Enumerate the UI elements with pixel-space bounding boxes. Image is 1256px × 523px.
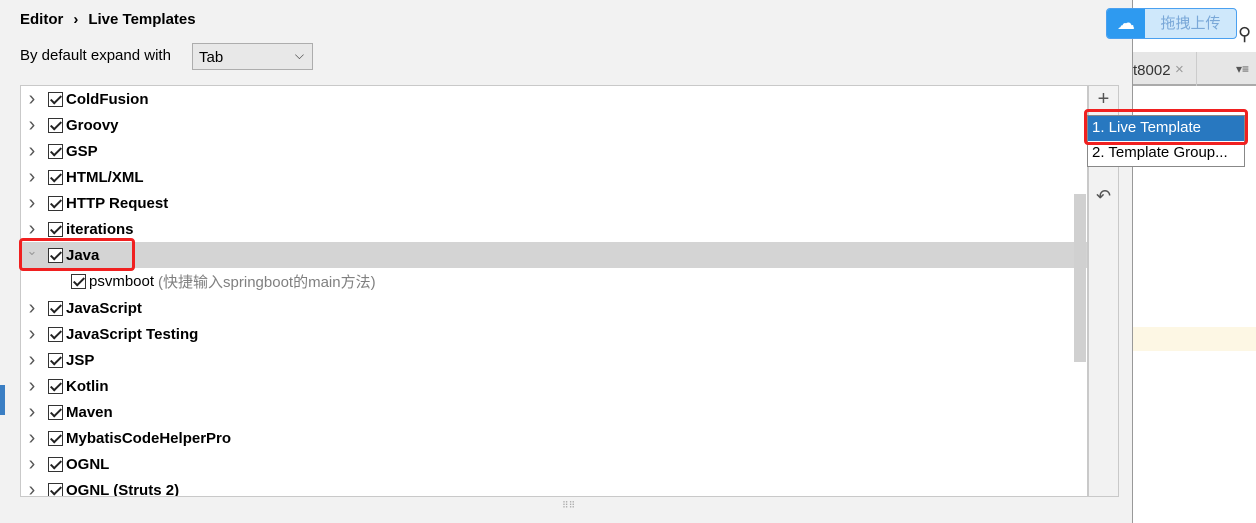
tree-group-row[interactable]: › GSP — [21, 138, 1087, 164]
expand-label: By default expand with — [20, 47, 171, 64]
baidu-upload-label: 拖拽上传 — [1160, 15, 1221, 32]
chevron-right-icon[interactable]: › — [21, 297, 43, 320]
settings-dialog: Editor › Live Templates By default expand … — [0, 0, 1133, 523]
group-name: ColdFusion — [66, 90, 149, 108]
tree-group-row[interactable]: ⌄ Java — [21, 242, 1087, 268]
tree-group-row[interactable]: › Kotlin — [21, 373, 1087, 399]
chevron-down-icon: ⌵ — [294, 48, 304, 62]
templates-tree: › ColdFusion › Groovy › GSP › HTML/XML › HTTP Req… — [20, 85, 1088, 497]
vertical-scrollbar[interactable] — [1074, 194, 1086, 362]
group-checkbox[interactable] — [48, 300, 63, 316]
chevron-right-icon[interactable]: › — [21, 479, 43, 497]
group-name: OGNL (Struts 2) — [66, 481, 180, 497]
group-checkbox[interactable] — [48, 143, 63, 159]
breadcrumb-editor[interactable]: Editor — [20, 11, 63, 28]
expand-select-value: Tab — [199, 49, 224, 66]
revert-icon[interactable]: ↶ — [1089, 186, 1118, 207]
chevron-right-icon[interactable]: › — [21, 349, 43, 372]
group-checkbox[interactable] — [48, 195, 63, 211]
template-description: (快捷输入springboot的main方法) — [158, 273, 376, 291]
highlight-box-live-template — [1084, 109, 1248, 145]
group-checkbox[interactable] — [48, 169, 63, 185]
group-name: HTML/XML — [66, 168, 144, 186]
group-name: JavaScript — [66, 299, 142, 317]
group-name: JSP — [66, 351, 95, 369]
tree-group-row[interactable]: › JavaScript Testing — [21, 321, 1087, 347]
tree-group-row[interactable]: › OGNL — [21, 451, 1087, 477]
tree-group-row[interactable]: › HTTP Request — [21, 190, 1087, 216]
group-checkbox[interactable] — [48, 378, 63, 394]
baidu-upload-widget[interactable]: ☁ 拖拽上传 — [1106, 8, 1237, 39]
group-name: MybatisCodeHelperPro — [66, 429, 232, 447]
search-icon[interactable]: ⚲ — [1238, 24, 1251, 45]
chevron-right-icon[interactable]: › — [21, 375, 43, 398]
group-name: iterations — [66, 220, 134, 238]
group-checkbox[interactable] — [48, 456, 63, 472]
group-checkbox[interactable] — [48, 482, 63, 496]
chevron-right-icon[interactable]: › — [21, 140, 43, 163]
tree-group-row[interactable]: › MybatisCodeHelperPro — [21, 425, 1087, 451]
group-checkbox[interactable] — [48, 117, 63, 133]
group-checkbox[interactable] — [48, 221, 63, 237]
tab-menu-icon[interactable]: ▾≡ — [1236, 62, 1249, 76]
tab-divider — [1196, 52, 1197, 86]
group-name: Maven — [66, 403, 113, 421]
chevron-right-icon[interactable]: › — [21, 192, 43, 215]
breadcrumb: Editor › Live Templates — [20, 11, 206, 28]
template-checkbox[interactable] — [71, 273, 86, 289]
tree-group-row[interactable]: › Groovy — [21, 112, 1087, 138]
resize-grip-icon[interactable]: ⠿⠿ — [562, 500, 575, 511]
editor-tab[interactable]: t8002 — [1133, 62, 1171, 79]
editor-current-line — [1133, 327, 1256, 351]
tree-group-row[interactable]: › ColdFusion — [21, 86, 1087, 112]
chevron-right-icon[interactable]: › — [21, 427, 43, 450]
breadcrumb-separator-icon: › — [73, 11, 79, 28]
baidu-cloud-icon: ☁ — [1107, 9, 1145, 38]
group-name: HTTP Request — [66, 194, 169, 212]
expand-select[interactable]: Tab ⌵ — [192, 43, 313, 70]
template-abbreviation: psvmboot — [89, 272, 155, 290]
close-tab-icon[interactable]: × — [1175, 61, 1184, 78]
chevron-right-icon[interactable]: › — [21, 114, 43, 137]
breadcrumb-live-templates: Live Templates — [88, 11, 196, 28]
template-row[interactable]: psvmboot (快捷输入springboot的main方法) — [21, 268, 1087, 294]
group-name: GSP — [66, 142, 98, 160]
tree-group-row[interactable]: › JavaScript — [21, 295, 1087, 321]
group-name: OGNL — [66, 455, 110, 473]
tree-group-row[interactable]: › OGNL (Struts 2) — [21, 477, 1087, 497]
group-name: JavaScript Testing — [66, 325, 199, 343]
tree-group-row[interactable]: › JSP — [21, 347, 1087, 373]
tree-group-row[interactable]: › HTML/XML — [21, 164, 1087, 190]
add-icon[interactable]: + — [1089, 88, 1118, 111]
group-checkbox[interactable] — [48, 91, 63, 107]
highlight-box-java — [19, 238, 135, 271]
group-checkbox[interactable] — [48, 404, 63, 420]
chevron-right-icon[interactable]: › — [21, 323, 43, 346]
group-checkbox[interactable] — [48, 430, 63, 446]
chevron-right-icon[interactable]: › — [21, 166, 43, 189]
group-checkbox[interactable] — [48, 352, 63, 368]
tree-group-row[interactable]: › Maven — [21, 399, 1087, 425]
chevron-right-icon[interactable]: › — [21, 401, 43, 424]
group-name: Groovy — [66, 116, 119, 134]
chevron-right-icon[interactable]: › — [21, 453, 43, 476]
chevron-right-icon[interactable]: › — [21, 88, 43, 111]
group-name: Kotlin — [66, 377, 109, 395]
left-accent-strip — [0, 385, 5, 415]
group-checkbox[interactable] — [48, 326, 63, 342]
tree-group-row[interactable]: › iterations — [21, 216, 1087, 242]
